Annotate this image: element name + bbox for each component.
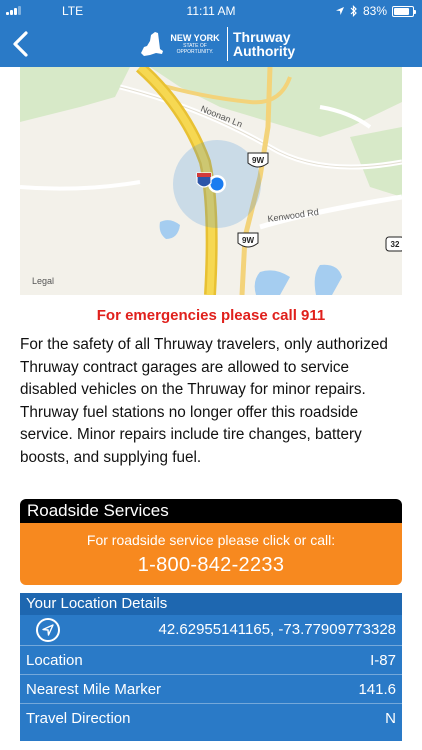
- new-york-state-icon: [141, 32, 163, 56]
- app-header: LTE 11:11 AM 83% NEW YORK STATE OF OPPOR…: [0, 0, 422, 67]
- detail-label: Nearest Mile Marker: [26, 681, 162, 698]
- logo-divider: [227, 27, 228, 61]
- svg-text:9W: 9W: [252, 156, 264, 165]
- svg-text:32: 32: [391, 240, 400, 249]
- detail-row-mile-marker: Nearest Mile Marker 141.6: [20, 674, 402, 703]
- authority-wordmark: Thruway Authority: [233, 29, 296, 59]
- detail-value: I-87: [370, 652, 396, 669]
- detail-value: 141.6: [358, 681, 396, 698]
- location-map[interactable]: Noonan Ln Kenwood Rd 9W 9W 32 Legal: [20, 67, 402, 295]
- coordinates-value: 42.62955141165, -73.77909773328: [158, 621, 396, 638]
- bluetooth-icon: [350, 5, 357, 17]
- emergency-notice: For emergencies please call 911: [96, 307, 326, 324]
- detail-value: N: [385, 710, 396, 727]
- detail-label: Travel Direction: [26, 710, 131, 727]
- state-route-shield-icon: 32: [385, 236, 402, 252]
- status-bar: LTE 11:11 AM 83%: [0, 0, 422, 22]
- us-route-shield-icon: 9W: [247, 152, 269, 168]
- back-button[interactable]: [8, 28, 34, 60]
- roadside-services-title: Roadside Services: [20, 499, 402, 523]
- roadside-phone-number[interactable]: 1-800-842-2233: [20, 554, 402, 577]
- nys-wordmark: NEW YORK STATE OF OPPORTUNITY.: [170, 32, 220, 55]
- service-description: For the safety of all Thruway travelers,…: [20, 336, 388, 466]
- location-details-title: Your Location Details: [20, 593, 402, 615]
- roadside-call-prompt: For roadside service please click or cal…: [86, 532, 336, 548]
- map-canvas: Noonan Ln Kenwood Rd 9W 9W 32: [20, 67, 402, 295]
- svg-text:9W: 9W: [242, 236, 254, 245]
- chevron-left-icon: [13, 31, 28, 57]
- map-road-label: Kenwood Rd: [267, 207, 319, 224]
- us-route-shield-icon: 9W: [237, 232, 259, 248]
- battery-percent: 83%: [362, 4, 387, 18]
- thruway-logo: NEW YORK STATE OF OPPORTUNITY. Thruway A…: [138, 26, 295, 62]
- navigation-arrow-icon: [36, 618, 60, 642]
- detail-row-location: Location I-87: [20, 645, 402, 674]
- coordinates-row: 42.62955141165, -73.77909773328: [20, 615, 402, 645]
- map-legal-link[interactable]: Legal: [32, 276, 54, 286]
- location-arrow-icon: [335, 7, 344, 15]
- detail-label: Location: [26, 652, 83, 669]
- battery-icon: [392, 5, 416, 17]
- interstate-shield-icon: [196, 172, 212, 188]
- roadside-call-button[interactable]: For roadside service please click or cal…: [20, 523, 402, 585]
- location-details-panel: Your Location Details 42.62955141165, -7…: [20, 593, 402, 741]
- detail-row-direction: Travel Direction N: [20, 703, 402, 732]
- status-right: 83%: [335, 4, 416, 18]
